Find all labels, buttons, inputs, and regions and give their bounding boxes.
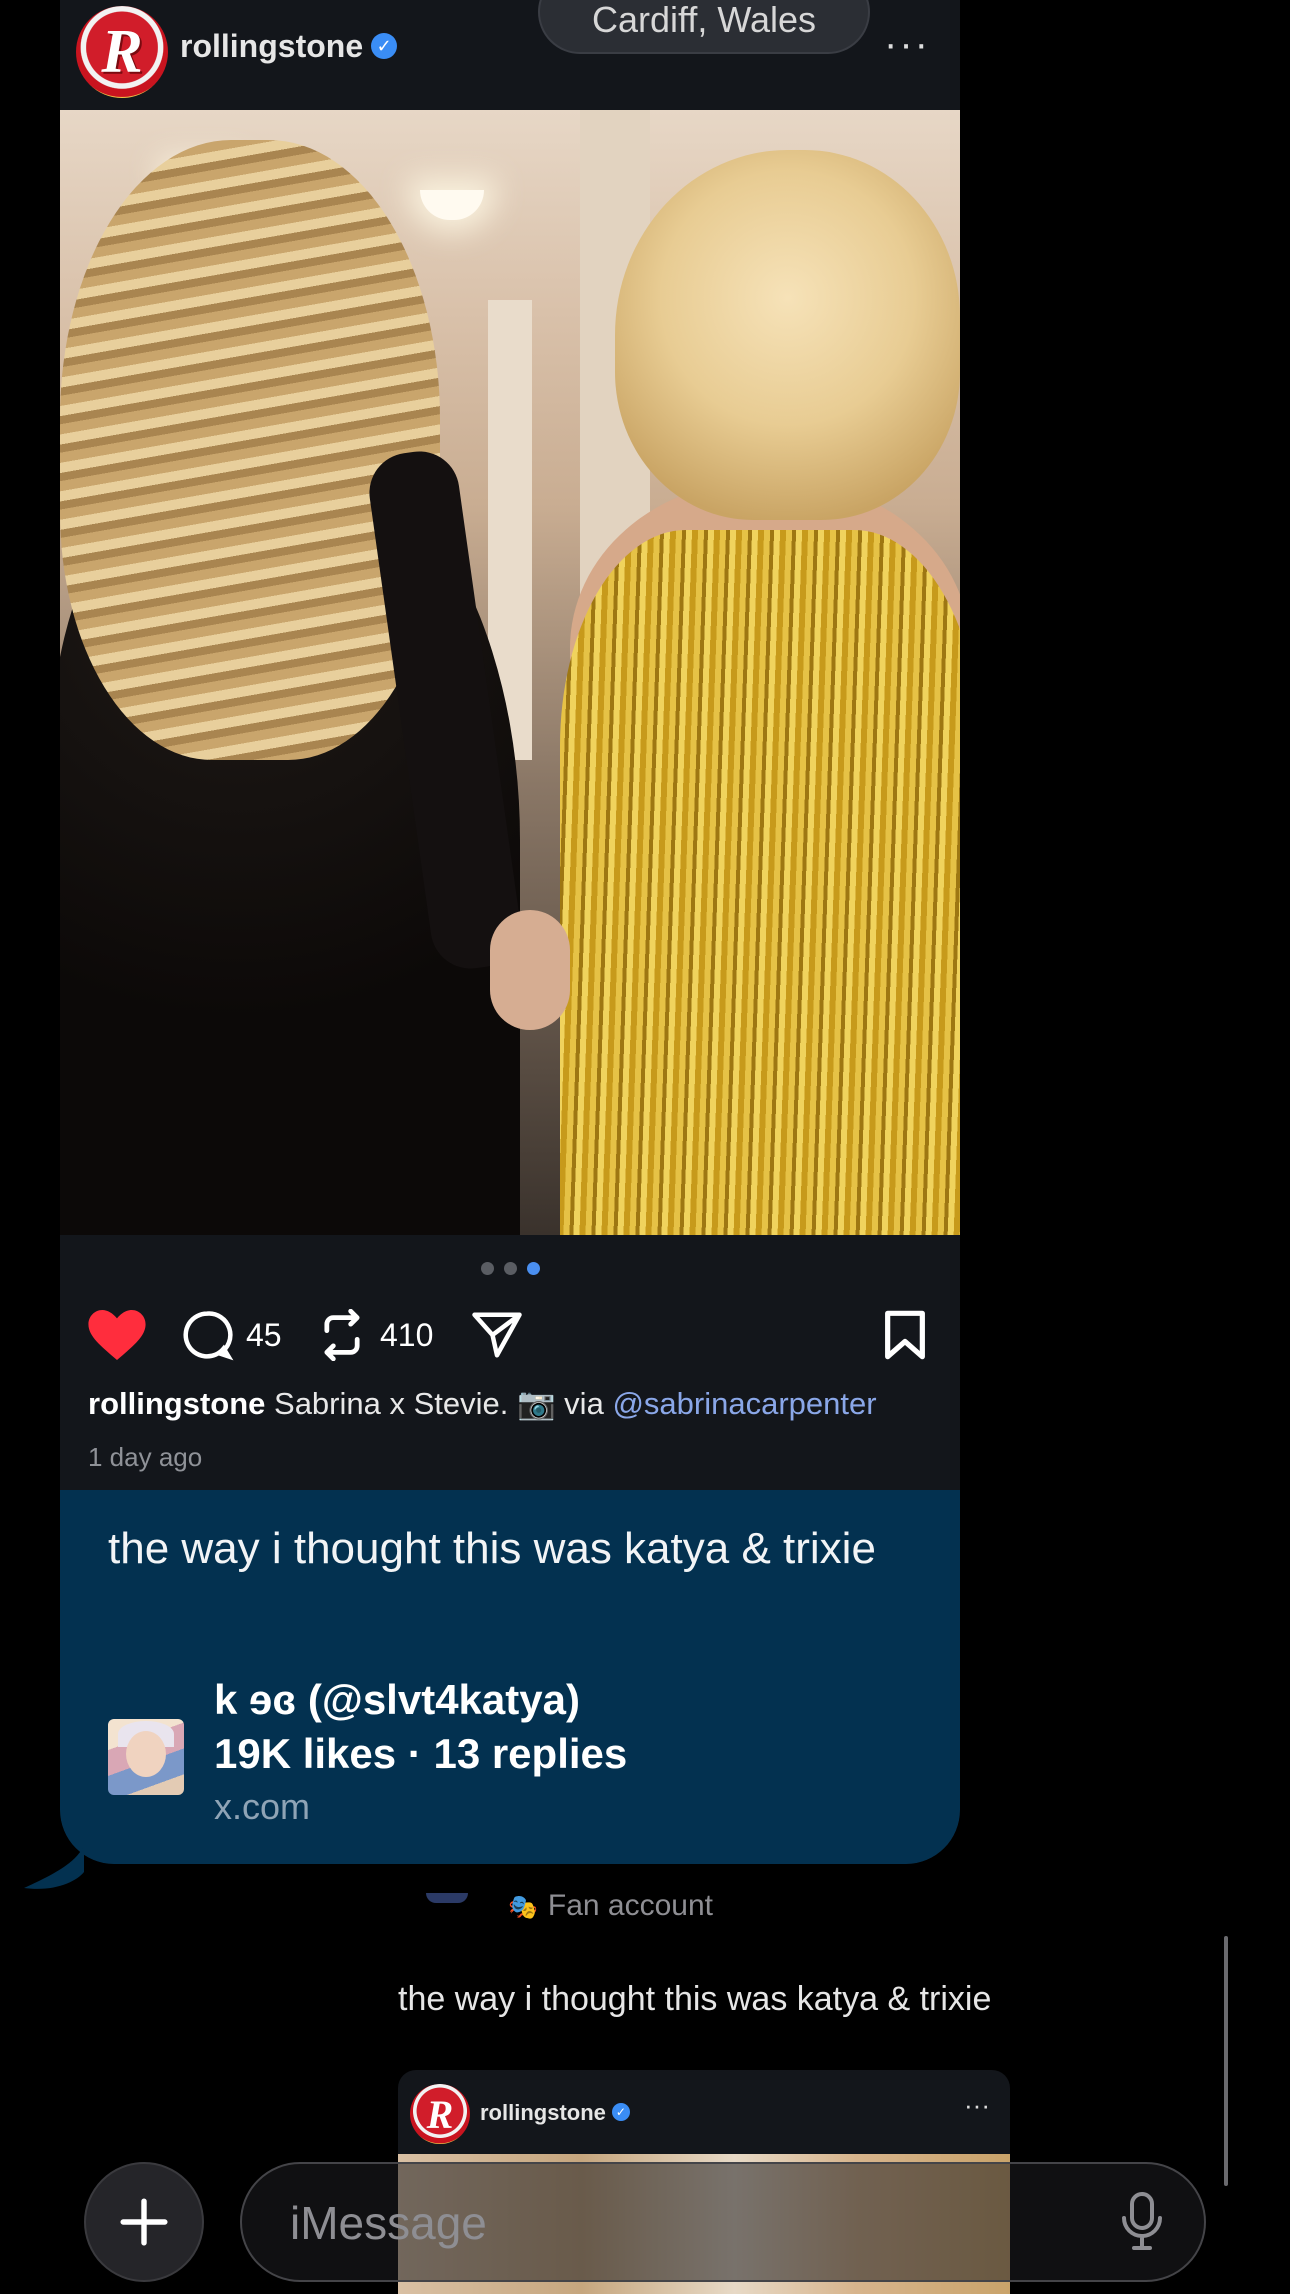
- quoted-message-text: the way i thought this was katya & trixi…: [398, 1980, 992, 2018]
- shared-post-card[interactable]: R rollingstone ✓ ··· 45 410 rollingstone…: [60, 0, 960, 1864]
- carousel-indicator: [60, 1262, 960, 1280]
- link-thumbnail: [108, 1719, 184, 1795]
- post-actions: 45 410: [60, 1300, 960, 1370]
- link-title[interactable]: k ɘɞ (@slvt4katya): [214, 1676, 580, 1724]
- comment-button[interactable]: 45: [180, 1300, 282, 1370]
- plus-icon: [120, 2198, 168, 2246]
- message-text: the way i thought this was katya & trixi…: [108, 1524, 876, 1573]
- fan-account-label: 🎭 Fan account: [508, 1889, 713, 1922]
- carousel-dot: [503, 1262, 517, 1275]
- send-icon: [472, 1312, 522, 1358]
- post-photo[interactable]: [60, 110, 960, 1235]
- mention-link[interactable]: @sabrinacarpenter: [612, 1386, 876, 1421]
- verified-icon: ✓: [611, 2103, 630, 2122]
- message-input-placeholder: iMessage: [290, 2197, 487, 2249]
- avatar[interactable]: R: [76, 6, 168, 98]
- carousel-dot-active: [526, 1262, 540, 1275]
- message-input[interactable]: iMessage: [240, 2162, 1206, 2282]
- more-icon[interactable]: ···: [964, 2090, 990, 2121]
- microphone-icon[interactable]: [1120, 2192, 1164, 2257]
- verified-icon: ✓: [371, 32, 398, 59]
- bookmark-icon: [885, 1310, 925, 1360]
- bookmark-button[interactable]: [882, 1300, 928, 1370]
- sender-avatar: [426, 1893, 468, 1903]
- carousel-dot: [480, 1262, 494, 1275]
- repost-icon: [324, 1309, 360, 1361]
- comment-count: 45: [246, 1316, 282, 1353]
- link-domain: x.com: [214, 1786, 311, 1827]
- avatar: R: [410, 2084, 470, 2144]
- scroll-indicator[interactable]: [1224, 1936, 1228, 2186]
- location-pill: Cardiff, Wales: [538, 0, 870, 54]
- post-handle[interactable]: rollingstone ✓: [180, 28, 398, 65]
- bubble-tail: [24, 1846, 84, 1889]
- link-stats: 19K likes · 13 replies: [214, 1730, 628, 1777]
- share-button[interactable]: [470, 1300, 524, 1370]
- like-button[interactable]: [88, 1300, 146, 1370]
- more-icon[interactable]: ···: [884, 22, 930, 67]
- comment-icon: [183, 1311, 234, 1361]
- add-attachment-button[interactable]: [84, 2162, 204, 2282]
- repost-button[interactable]: 410: [316, 1300, 433, 1370]
- mini-post-handle: rollingstone ✓: [480, 2100, 630, 2126]
- heart-icon: [88, 1310, 146, 1360]
- post-caption: rollingstone Sabrina x Stevie. 📷 via @sa…: [88, 1386, 877, 1421]
- post-timestamp: 1 day ago: [88, 1442, 203, 1472]
- repost-count: 410: [380, 1316, 434, 1353]
- mask-icon: 🎭: [508, 1894, 538, 1921]
- message-bubble[interactable]: the way i thought this was katya & trixi…: [60, 1490, 960, 1864]
